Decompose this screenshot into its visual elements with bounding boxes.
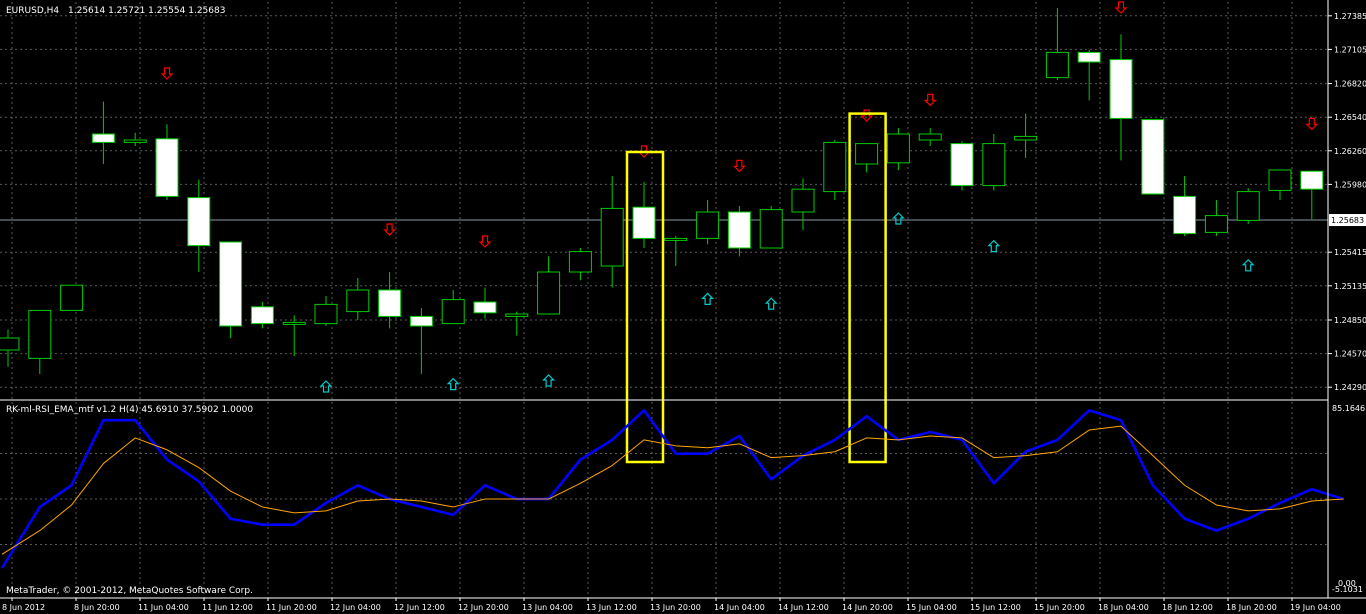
symbol-label: EURUSD,H4	[6, 6, 59, 16]
candle-body	[346, 289, 370, 313]
candle-body	[378, 289, 402, 317]
candle-body	[727, 211, 751, 249]
candle-body	[632, 206, 656, 239]
candle-body	[918, 133, 942, 141]
candle-body	[155, 138, 179, 197]
chart-background	[0, 0, 1366, 614]
price-tick-label: 1.26540	[1334, 113, 1366, 122]
time-tick-label: 13 Jun 12:00	[586, 603, 637, 612]
candle-body	[219, 241, 243, 327]
time-tick-label: 8 Jun 20:00	[74, 603, 120, 612]
candle-body	[123, 139, 147, 143]
price-tick-label: 1.26260	[1334, 147, 1366, 156]
candle-body	[1077, 51, 1101, 63]
candle-body	[982, 143, 1006, 187]
candle-body	[250, 306, 274, 325]
time-tick-label: 13 Jun 04:00	[522, 603, 573, 612]
time-tick-label: 11 Jun 04:00	[138, 603, 189, 612]
indicator-tick-label: 85.1646	[1332, 404, 1365, 413]
candle-body	[1300, 170, 1324, 190]
time-tick-label: 11 Jun 12:00	[202, 603, 253, 612]
candle-body	[1268, 169, 1292, 191]
candle-body	[0, 337, 20, 351]
indicator-label: RK-ml-RSI_EMA_mtf v1.2 H(4) 45.6910 37.5…	[6, 405, 253, 415]
price-tick-label: 1.24850	[1334, 316, 1366, 325]
candle-body	[759, 209, 783, 249]
indicator-tick-label: 0.00	[1338, 579, 1356, 588]
candle-body	[1109, 59, 1133, 119]
candle-body	[791, 188, 815, 213]
price-tick-label: 1.25415	[1334, 248, 1366, 257]
candle-body	[664, 237, 688, 241]
price-tick-label: 1.27385	[1334, 12, 1366, 21]
candle-body	[823, 141, 847, 193]
candle-body	[1173, 195, 1197, 235]
time-tick-label: 15 Jun 20:00	[1034, 603, 1085, 612]
candle-body	[1045, 51, 1069, 79]
candle-body	[950, 143, 974, 187]
time-tick-label: 8 Jun 2012	[2, 603, 45, 612]
candle-body	[60, 284, 84, 311]
candle-body	[696, 211, 720, 239]
price-tick-label: 1.27105	[1334, 45, 1366, 54]
candle-body	[568, 251, 592, 273]
candle-body	[91, 133, 115, 143]
time-tick-label: 12 Jun 04:00	[330, 603, 381, 612]
metatrader-chart[interactable]: 1.27385 1.27105 1.26820 1.26540 1.26260 1.259…	[0, 0, 1366, 614]
time-tick-label: 18 Jun 20:00	[1226, 603, 1277, 612]
time-tick-label: 15 Jun 04:00	[906, 603, 957, 612]
candle-body	[1141, 119, 1165, 195]
price-tick-label: 1.24570	[1334, 350, 1366, 359]
candle-body	[855, 143, 879, 165]
copyright-label: MetaTrader, © 2001-2012, MetaQuotes Soft…	[6, 586, 253, 596]
price-tick-label: 1.25135	[1334, 282, 1366, 291]
time-tick-label: 12 Jun 12:00	[394, 603, 445, 612]
candle-body	[505, 313, 529, 317]
candle-body	[282, 321, 306, 325]
current-price-label: 1.25683	[1331, 216, 1364, 225]
time-tick-label: 18 Jun 04:00	[1098, 603, 1149, 612]
candle-body	[1204, 215, 1228, 233]
candle-body	[314, 303, 338, 325]
time-tick-label: 14 Jun 12:00	[778, 603, 829, 612]
time-tick-label: 14 Jun 20:00	[842, 603, 893, 612]
time-tick-label: 19 Jun 04:00	[1290, 603, 1341, 612]
time-tick-label: 13 Jun 20:00	[650, 603, 701, 612]
price-tick-label: 1.24290	[1334, 383, 1366, 392]
candle-body	[441, 299, 465, 325]
candle-body	[886, 133, 910, 164]
candle-body	[409, 315, 433, 327]
candle-body	[1014, 135, 1038, 141]
price-tick-label: 1.26820	[1334, 80, 1366, 89]
ohlc-readout: 1.25614 1.25721 1.25554 1.25683	[68, 6, 225, 16]
time-tick-label: 14 Jun 04:00	[714, 603, 765, 612]
price-tick-label: 1.25980	[1334, 180, 1366, 189]
candle-body	[187, 197, 211, 247]
candle-body	[473, 301, 497, 314]
time-tick-label: 11 Jun 20:00	[266, 603, 317, 612]
candle-body	[600, 207, 624, 267]
candle-body	[28, 309, 52, 359]
time-tick-label: 12 Jun 20:00	[458, 603, 509, 612]
time-tick-label: 15 Jun 12:00	[970, 603, 1021, 612]
candle-body	[1236, 191, 1260, 221]
time-tick-label: 18 Jun 12:00	[1162, 603, 1213, 612]
candle-body	[537, 271, 561, 315]
